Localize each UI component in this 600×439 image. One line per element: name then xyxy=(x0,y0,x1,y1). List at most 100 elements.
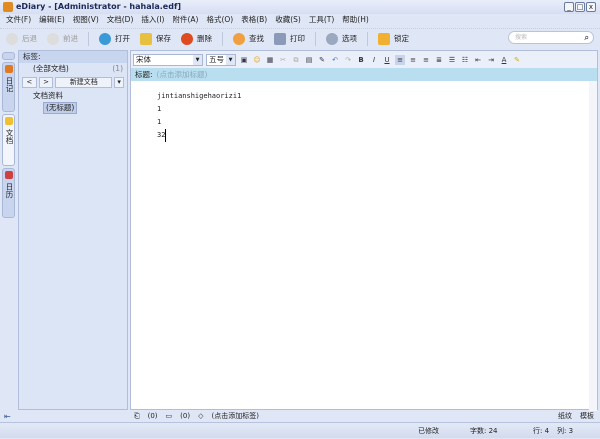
menu-bar: 文件(F) 编辑(E) 视图(V) 文档(D) 插入(I) 附件(A) 格式(O… xyxy=(0,14,600,26)
save-button[interactable]: 保存 xyxy=(140,32,171,45)
comment-icon[interactable]: ▭ xyxy=(166,412,173,420)
forward-icon xyxy=(47,32,59,45)
editor: 宋体 ▼ 五号 ▼ ▣ ☺ ▦ ✂ ⧉ ▤ ✎ ↶ ↷ B I U ≡ ≡ ≡ ≣ … xyxy=(130,50,598,411)
settings-tab[interactable] xyxy=(2,52,15,60)
documents-icon xyxy=(5,117,13,125)
options-icon xyxy=(326,32,338,45)
close-button[interactable]: x xyxy=(586,2,596,12)
menu-view[interactable]: 视图(V) xyxy=(73,14,99,26)
add-tag-link[interactable]: (点击添加标签) xyxy=(211,411,258,421)
divider xyxy=(88,31,89,46)
justify-icon[interactable]: ≣ xyxy=(434,55,444,65)
menu-help[interactable]: 帮助(H) xyxy=(342,14,369,26)
window-title: eDiary - [Administrator - hahala.edf] xyxy=(16,2,182,11)
menu-attachment[interactable]: 附件(A) xyxy=(172,14,198,26)
scrollbar[interactable] xyxy=(589,81,597,411)
find-button[interactable]: 查找 xyxy=(233,32,264,45)
paper-button[interactable]: 纸纹 xyxy=(558,411,572,421)
word-count: 字数: 24 xyxy=(470,427,498,435)
maximize-button[interactable]: □ xyxy=(575,2,585,12)
nav-forward-button[interactable]: > xyxy=(38,77,54,88)
font-color-icon[interactable]: A xyxy=(499,55,509,65)
app-icon xyxy=(3,2,13,12)
open-button[interactable]: 打开 xyxy=(99,32,130,45)
save-icon xyxy=(140,32,152,45)
text-line: 32 xyxy=(157,129,167,142)
menu-document[interactable]: 文档(D) xyxy=(107,14,134,26)
calendar-icon xyxy=(5,171,13,179)
highlight-icon[interactable]: ✎ xyxy=(512,55,522,65)
italic-icon[interactable]: I xyxy=(369,55,379,65)
new-document-button[interactable]: 新建文档 xyxy=(55,77,113,88)
align-right-icon[interactable]: ≡ xyxy=(421,55,431,65)
column-indicator: 列: 3 xyxy=(557,427,574,435)
text-line: 1 xyxy=(157,105,162,113)
search-input[interactable]: 搜索 ⌕ xyxy=(508,31,594,44)
find-icon xyxy=(233,32,245,45)
title-bar: eDiary - [Administrator - hahala.edf] _ … xyxy=(0,0,600,14)
format-toolbar: 宋体 ▼ 五号 ▼ ▣ ☺ ▦ ✂ ⧉ ▤ ✎ ↶ ↷ B I U ≡ ≡ ≡ ≣ … xyxy=(131,51,597,68)
nav-back-button[interactable]: < xyxy=(22,77,37,88)
collapse-panel-icon[interactable]: ⇤ xyxy=(4,412,11,421)
insert-image-icon[interactable]: ▣ xyxy=(239,55,249,65)
editor-footer: ⎗ (0) ▭ (0) ◇ (点击添加标签) 纸纹 模板 xyxy=(134,411,594,421)
bullet-list-icon[interactable]: ☰ xyxy=(447,55,457,65)
cut-icon[interactable]: ✂ xyxy=(278,55,288,65)
back-button[interactable]: 后退 xyxy=(6,32,37,45)
all-documents-item[interactable]: (全部文档) (1) xyxy=(19,63,127,75)
tab-diary[interactable]: 日记 xyxy=(2,62,15,112)
print-icon xyxy=(274,32,286,45)
underline-icon[interactable]: U xyxy=(382,55,392,65)
template-button[interactable]: 模板 xyxy=(580,411,594,421)
lock-button[interactable]: 锁定 xyxy=(378,32,409,45)
menu-insert[interactable]: 插入(I) xyxy=(141,14,164,26)
menu-tools[interactable]: 工具(T) xyxy=(309,14,334,26)
attachment-icon[interactable]: ⎗ xyxy=(134,412,140,421)
tag-icon[interactable]: ◇ xyxy=(198,412,203,420)
editor-content[interactable]: jintianshigehaorizi1 1 1 32 xyxy=(131,81,597,142)
lock-icon xyxy=(378,32,390,45)
title-field[interactable]: 标题: (点击添加标题) xyxy=(131,68,597,81)
menu-edit[interactable]: 编辑(E) xyxy=(39,14,65,26)
divider xyxy=(315,31,316,46)
delete-icon xyxy=(181,32,193,45)
forward-button[interactable]: 前进 xyxy=(47,32,78,45)
font-size-select[interactable]: 五号 ▼ xyxy=(206,53,236,66)
indent-icon[interactable]: ⇥ xyxy=(486,55,496,65)
back-icon xyxy=(6,32,18,45)
status-bar: 已修改 字数: 24 行: 4 列: 3 xyxy=(0,422,600,438)
divider xyxy=(367,31,368,46)
outdent-icon[interactable]: ⇤ xyxy=(473,55,483,65)
menu-format[interactable]: 格式(O) xyxy=(206,14,233,26)
menu-favorites[interactable]: 收藏(S) xyxy=(275,14,301,26)
copy-icon[interactable]: ⧉ xyxy=(291,55,301,65)
insert-table-icon[interactable]: ▦ xyxy=(265,55,275,65)
tree-item[interactable]: (无标题) xyxy=(19,102,127,114)
format-painter-icon[interactable]: ✎ xyxy=(317,55,327,65)
paste-icon[interactable]: ▤ xyxy=(304,55,314,65)
options-button[interactable]: 选项 xyxy=(326,32,357,45)
align-left-icon[interactable]: ≡ xyxy=(395,54,405,65)
emoticon-icon[interactable]: ☺ xyxy=(252,55,262,65)
align-center-icon[interactable]: ≡ xyxy=(408,55,418,65)
new-document-dropdown[interactable]: ▾ xyxy=(114,77,125,88)
document-panel: 标签: (全部文档) (1) < > 新建文档 ▾ 文档资料 (无标题) xyxy=(18,50,128,410)
diary-icon xyxy=(5,65,13,73)
vertical-tabs: 日记 文档 日历 xyxy=(0,50,16,410)
minimize-button[interactable]: _ xyxy=(564,2,574,12)
row-indicator: 行: 4 xyxy=(533,427,550,435)
print-button[interactable]: 打印 xyxy=(274,32,305,45)
tree-root[interactable]: 文档资料 xyxy=(19,90,127,102)
search-icon[interactable]: ⌕ xyxy=(585,32,589,43)
delete-button[interactable]: 删除 xyxy=(181,32,212,45)
numbered-list-icon[interactable]: ☷ xyxy=(460,55,470,65)
divider xyxy=(222,31,223,46)
tab-documents[interactable]: 文档 xyxy=(2,114,15,166)
tab-calendar[interactable]: 日历 xyxy=(2,168,15,218)
undo-icon[interactable]: ↶ xyxy=(330,55,340,65)
bold-icon[interactable]: B xyxy=(356,55,366,65)
menu-table[interactable]: 表格(B) xyxy=(241,14,267,26)
menu-file[interactable]: 文件(F) xyxy=(6,14,31,26)
font-select[interactable]: 宋体 ▼ xyxy=(133,53,203,66)
redo-icon[interactable]: ↷ xyxy=(343,55,353,65)
